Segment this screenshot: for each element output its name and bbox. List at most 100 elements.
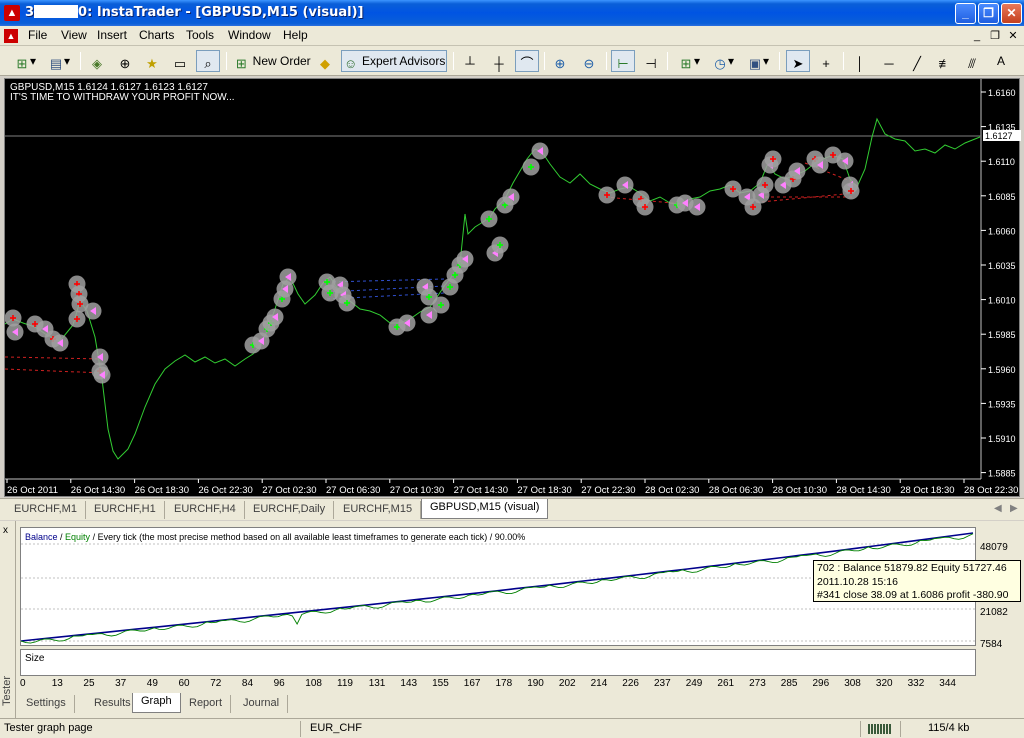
- tooltip-line-3: #341 close 38.09 at 1.6086 profit -380.9…: [817, 589, 1009, 601]
- templates-button[interactable]: ▣ ▾: [742, 50, 774, 72]
- templates-icon: ▣: [748, 56, 762, 71]
- terminal-button[interactable]: ▭: [169, 50, 191, 72]
- tab-eurchf-daily[interactable]: EURCHF,Daily: [245, 501, 335, 519]
- minimize-button[interactable]: _: [955, 3, 976, 24]
- market-watch-button[interactable]: ◈: [86, 50, 108, 72]
- menu-charts[interactable]: Charts: [139, 28, 174, 42]
- text-tool-label: A: [996, 54, 1005, 68]
- cursor-button[interactable]: ➤: [786, 50, 810, 72]
- indicators-button[interactable]: ⊞ ▾: [673, 50, 705, 72]
- title-suffix: 0: InstaTrader - [GBPUSD,M15 (visual)]: [78, 5, 364, 20]
- chart-shift-button[interactable]: ⊣: [640, 50, 662, 72]
- graph-y-label-3: 21082: [980, 607, 1008, 618]
- restore-button[interactable]: ❐: [978, 3, 999, 24]
- menu-insert[interactable]: Insert: [97, 28, 127, 42]
- zoom-out-button[interactable]: ⊖: [578, 50, 600, 72]
- graph-x-tick-label: 84: [241, 678, 254, 689]
- close-button[interactable]: ✕: [1001, 3, 1022, 24]
- price-tick-label: 1.6085: [988, 192, 1016, 202]
- data-window-button[interactable]: ⊕: [114, 50, 136, 72]
- bar-chart-button[interactable]: ┴: [459, 50, 481, 72]
- menu-view[interactable]: View: [61, 28, 87, 42]
- crosshair-icon: ⊕: [119, 56, 131, 71]
- auto-scroll-icon: ⊢: [617, 56, 629, 71]
- trade-connection-line: [5, 356, 104, 360]
- tab-journal[interactable]: Journal: [235, 695, 289, 713]
- time-tick-label: 26 Oct 18:30: [135, 485, 189, 496]
- tab-graph[interactable]: Graph: [132, 693, 181, 713]
- graph-x-tick-label: 155: [432, 678, 449, 689]
- fibonacci-button[interactable]: ≢: [933, 50, 957, 72]
- indicators-icon: ⊞: [680, 56, 692, 71]
- horizontal-line-icon: ─: [884, 56, 894, 71]
- instatrader-logo-icon[interactable]: ▲: [4, 5, 20, 21]
- profiles-button[interactable]: ▤ ▾: [44, 50, 74, 72]
- tester-close-icon[interactable]: x: [3, 525, 8, 536]
- menu-tools[interactable]: Tools: [186, 28, 214, 42]
- text-tool-button[interactable]: A: [990, 50, 1012, 72]
- redacted-area: [34, 5, 79, 18]
- document-icon[interactable]: ▲: [4, 29, 18, 43]
- chart-shift-icon: ⊣: [645, 56, 657, 71]
- horizontal-line-button[interactable]: ─: [878, 50, 900, 72]
- mdi-restore-icon[interactable]: ❐: [988, 29, 1002, 43]
- tab-settings[interactable]: Settings: [18, 695, 75, 713]
- trendline-button[interactable]: ╱: [906, 50, 928, 72]
- graph-y-label-4: 7584: [980, 639, 1003, 650]
- expert-advisors-button[interactable]: ☺ Expert Advisors: [341, 50, 447, 72]
- tab-eurchf-h4[interactable]: EURCHF,H4: [166, 501, 245, 519]
- line-chart-button[interactable]: ⌒: [515, 50, 539, 72]
- mdi-minimize-icon[interactable]: _: [970, 29, 984, 43]
- status-text: Tester graph page: [4, 722, 93, 734]
- time-tick-label: 28 Oct 18:30: [900, 485, 954, 496]
- auto-scroll-button[interactable]: ⊢: [611, 50, 635, 72]
- price-chart[interactable]: 1.6160 1.6135 1.6110 1.6085 1.6060 1.6035 1.60…: [4, 78, 1021, 497]
- chart-tabs: EURCHF,M1 EURCHF,H1 EURCHF,H4 EURCHF,Dai…: [0, 498, 1024, 520]
- time-tick-label: 27 Oct 10:30: [390, 485, 444, 496]
- tab-eurchf-h1[interactable]: EURCHF,H1: [86, 501, 165, 519]
- time-tick-label: 27 Oct 06:30: [326, 485, 380, 496]
- mdi-close-icon[interactable]: ✕: [1006, 29, 1020, 43]
- tab-scroll-right-icon[interactable]: ▶: [1010, 503, 1018, 514]
- graph-x-tick-label: 273: [749, 678, 766, 689]
- zoom-in-button[interactable]: ⊕: [549, 50, 571, 72]
- tab-eurchf-m15[interactable]: EURCHF,M15: [335, 501, 422, 519]
- tester-side-label: Tester: [1, 676, 13, 706]
- time-tick-label: 26 Oct 2011: [7, 485, 58, 496]
- price-tick-label: 1.6110: [988, 157, 1015, 167]
- graph-x-tick-label: 214: [590, 678, 608, 689]
- chart-message: IT'S TIME TO WITHDRAW YOUR PROFIT NOW...: [10, 92, 235, 103]
- candlesticks-button[interactable]: ┼: [488, 50, 510, 72]
- clock-icon: ◷: [714, 56, 726, 71]
- menu-file[interactable]: File: [28, 28, 47, 42]
- new-chart-button[interactable]: ⊞ ▾: [6, 50, 44, 72]
- navigator-button[interactable]: ★: [141, 50, 163, 72]
- vertical-line-button[interactable]: │: [849, 50, 871, 72]
- graph-x-tick-label: 308: [844, 678, 861, 689]
- new-chart-icon: ⊞: [16, 56, 28, 71]
- periods-button[interactable]: ◷ ▾: [708, 50, 738, 72]
- current-price-label: 1.6127: [985, 131, 1013, 141]
- price-tick-label: 1.5960: [988, 365, 1016, 375]
- time-tick-label: 28 Oct 06:30: [709, 485, 763, 496]
- tester-tabs: Settings Results Graph Report Journal: [18, 693, 1024, 713]
- channel-button[interactable]: ⫻: [961, 50, 983, 72]
- tab-gbpusd-m15-visual[interactable]: GBPUSD,M15 (visual): [421, 499, 549, 519]
- tooltip-line-2: 2011.10.28 15:16: [817, 575, 898, 588]
- menu-help[interactable]: Help: [283, 28, 308, 42]
- fibonacci-icon: ≢: [938, 56, 952, 71]
- crosshair-button[interactable]: +: [815, 50, 837, 72]
- graph-x-tick-label: 226: [622, 678, 639, 689]
- metaeditor-button[interactable]: ◆: [314, 50, 336, 72]
- new-order-icon: ⊞: [235, 56, 247, 71]
- price-tick-label: 1.6160: [988, 88, 1016, 98]
- time-tick-label: 26 Oct 22:30: [198, 485, 252, 496]
- tab-scroll-left-icon[interactable]: ◀: [994, 503, 1002, 514]
- strategy-tester-button[interactable]: ⌕: [196, 50, 220, 72]
- tab-report[interactable]: Report: [181, 695, 232, 713]
- trade-connection-line: [5, 368, 104, 374]
- new-order-button[interactable]: ⊞ New Order: [232, 50, 312, 72]
- tab-eurchf-m1[interactable]: EURCHF,M1: [6, 501, 86, 519]
- menu-window[interactable]: Window: [228, 28, 271, 42]
- new-order-label: New Order: [252, 54, 311, 68]
